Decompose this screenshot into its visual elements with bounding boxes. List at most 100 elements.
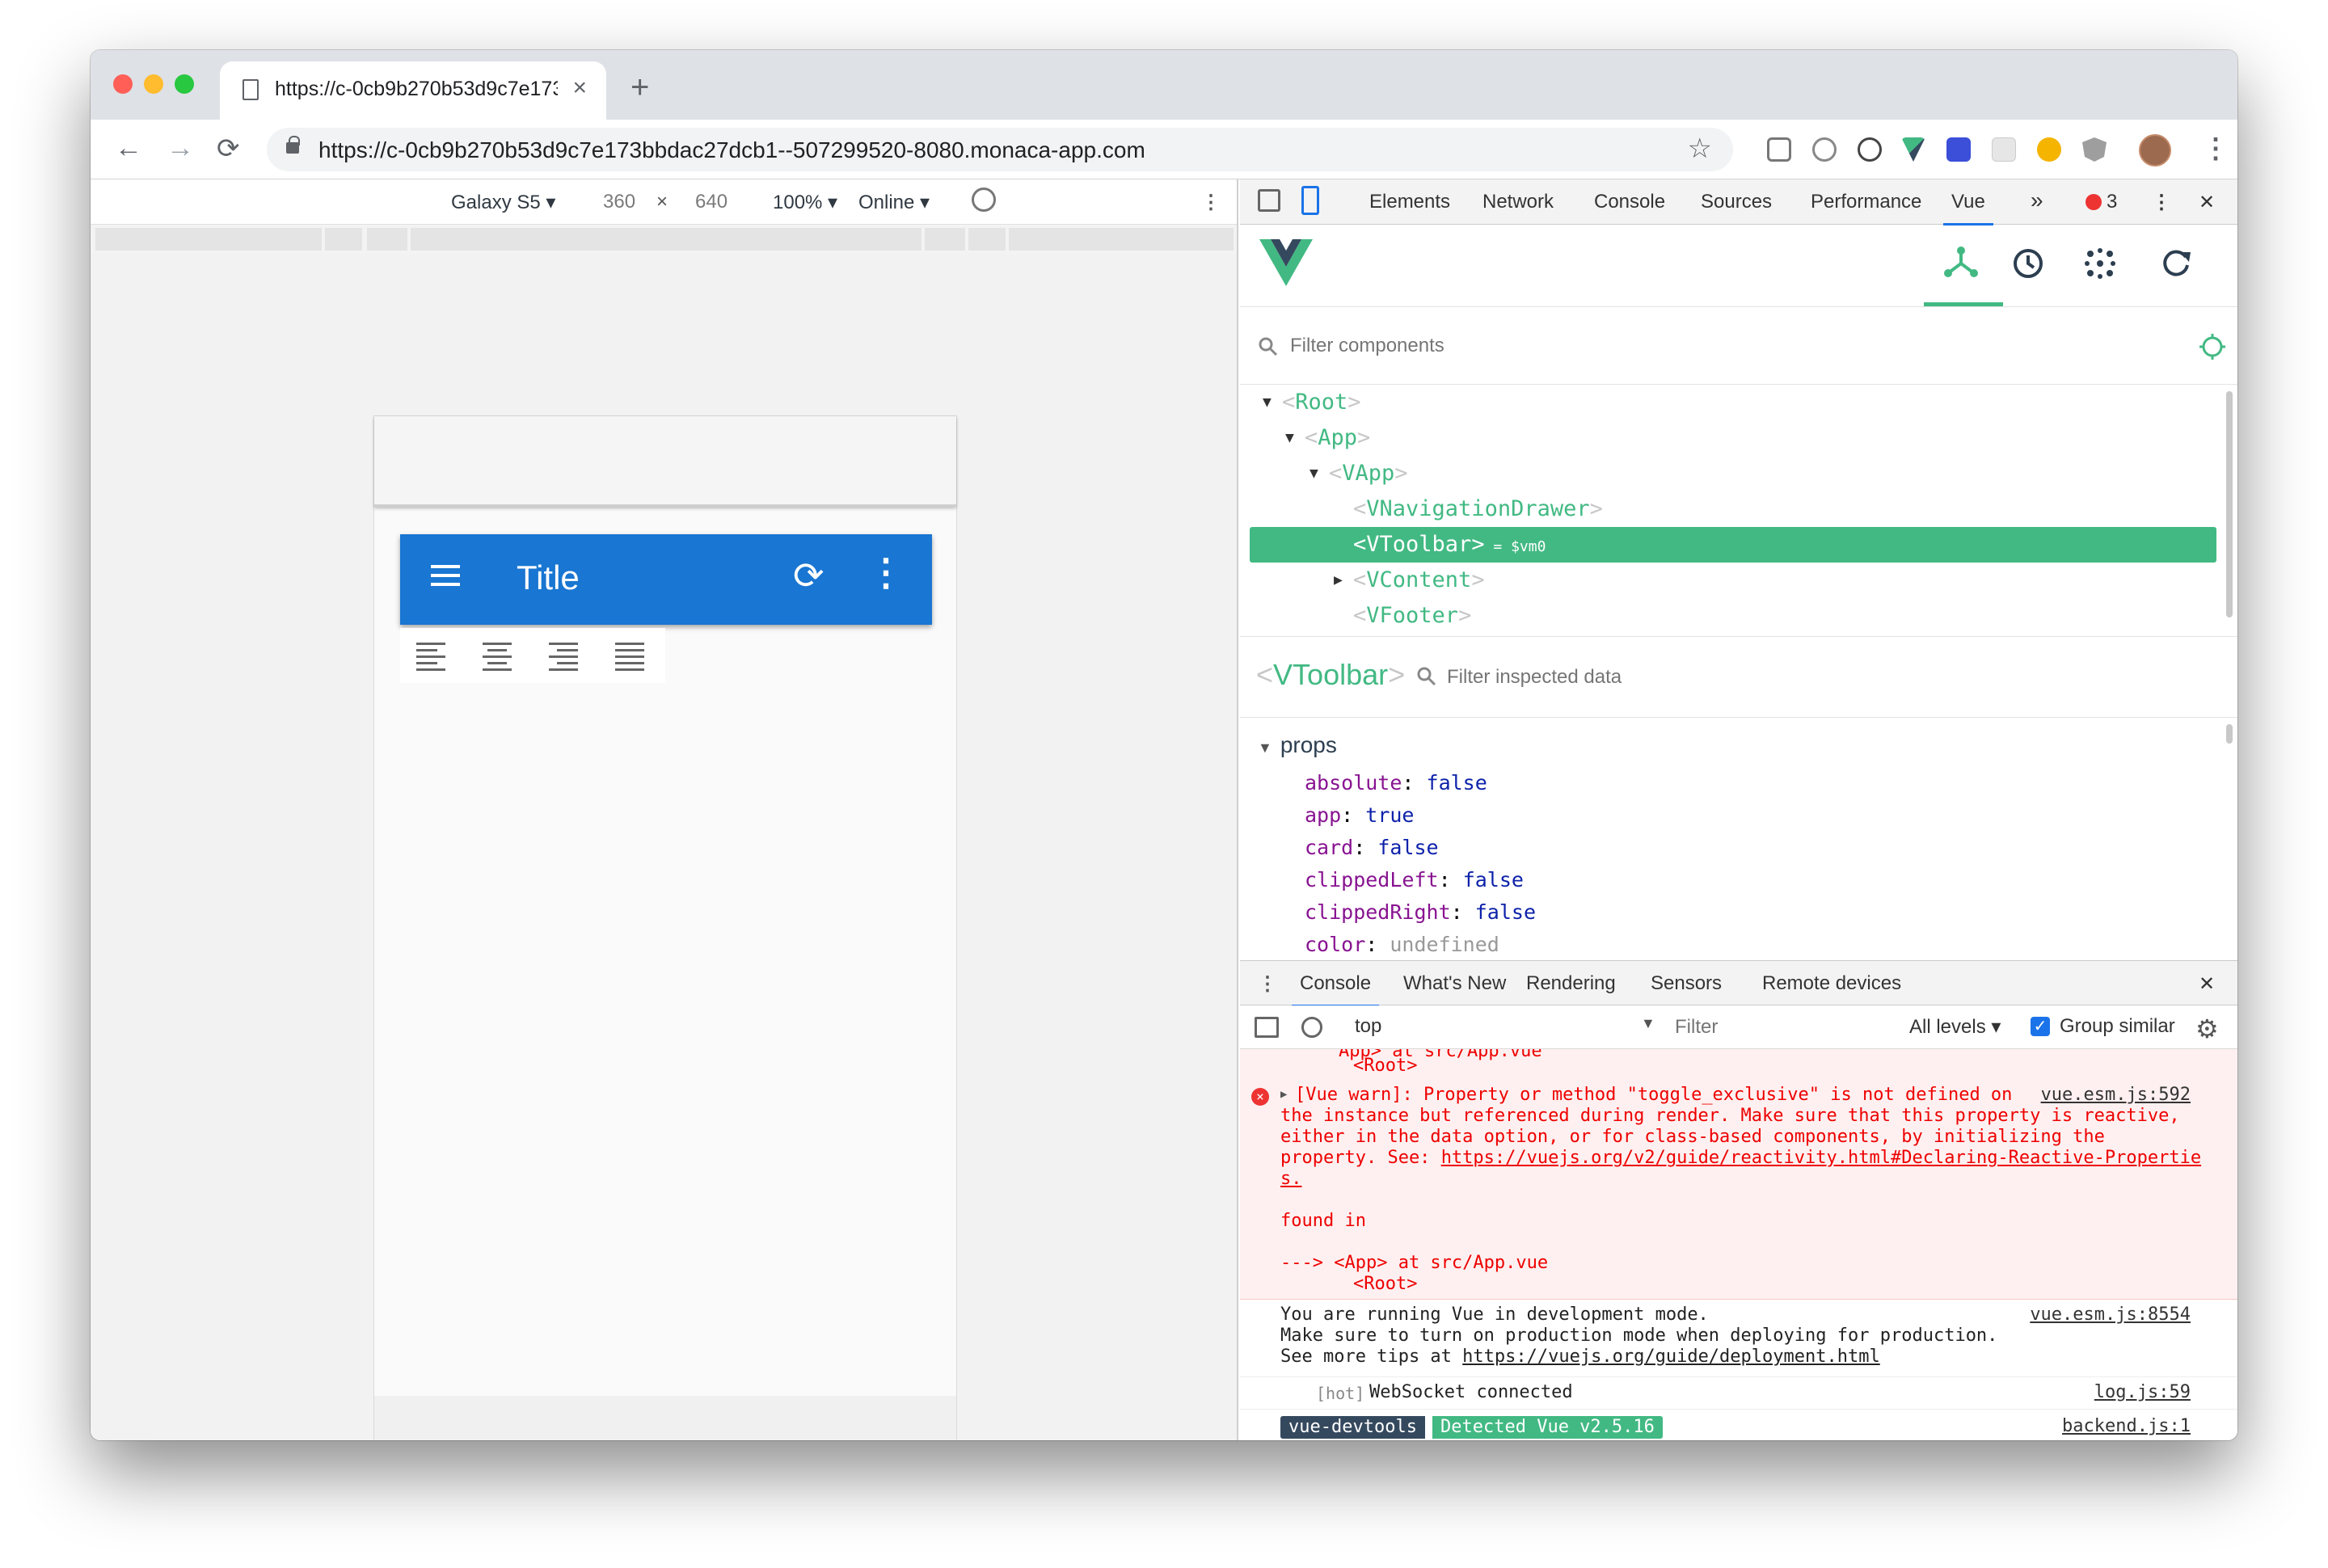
group-similar-checkbox[interactable]: ✓ [2031,1017,2050,1036]
prop-row[interactable]: clippedRight: false [1305,900,1536,924]
tree-scrollbar[interactable] [2226,391,2233,618]
error-count[interactable]: 3 [2107,191,2117,213]
prop-row[interactable]: absolute: false [1305,771,1487,795]
tree-node-app[interactable]: ▼ <App> [1285,420,1370,456]
console-source-link[interactable]: vue.esm.js:592 [2041,1085,2191,1105]
refresh-icon[interactable]: ⟳ [793,554,824,597]
drawer-tab-whats-new[interactable]: What's New [1403,972,1506,995]
filter-components-input[interactable] [1290,330,2018,362]
width-input[interactable]: 360 [603,191,635,213]
vue-devtools-extension-icon[interactable] [1901,137,1925,162]
browser-tab[interactable]: https://c-0cb9b270b53d9c7e173bbdac27dcb1… [220,61,606,120]
props-section-header[interactable]: ▼ props [1258,732,1337,758]
align-justify-icon[interactable] [615,643,647,671]
prop-row[interactable]: app: true [1305,803,1414,827]
device-select[interactable]: Galaxy S5 ▾ [451,191,555,214]
align-center-icon[interactable] [483,643,515,671]
password-extension-icon[interactable] [1812,137,1837,162]
profile-avatar[interactable] [2139,134,2171,166]
minimize-window-button[interactable] [144,74,163,94]
angular-extension-icon[interactable] [2082,137,2107,162]
clear-console-icon[interactable] [1301,1017,1322,1038]
tab-performance[interactable]: Performance [1811,191,1921,213]
height-input[interactable]: 640 [695,191,728,213]
device-toggle-icon[interactable] [1301,186,1319,215]
props-scrollbar[interactable] [2226,724,2233,744]
drawer-tab-remote-devices[interactable]: Remote devices [1762,972,1901,995]
align-left-icon[interactable] [416,643,449,671]
tab-console[interactable]: Console [1594,191,1665,213]
inspect-element-icon[interactable] [1258,189,1280,212]
log-levels-select[interactable]: All levels ▾ [1909,1015,2001,1039]
prop-row[interactable]: clippedLeft: false [1305,868,1524,891]
grid-extension-icon[interactable] [1992,137,2016,162]
drawer-tab-sensors[interactable]: Sensors [1651,972,1722,995]
chrome-menu-button[interactable]: ⋮ [2202,133,2229,165]
moon-extension-icon[interactable] [2037,137,2061,162]
tree-node-vapp[interactable]: ▼ <VApp> [1310,456,1408,491]
console-filter-input[interactable] [1675,1014,1893,1041]
maximize-window-button[interactable] [175,74,194,94]
tab-elements[interactable]: Elements [1369,191,1450,213]
drawer-close-button[interactable]: ✕ [2199,972,2215,996]
align-right-icon[interactable] [549,643,581,671]
media-query-bar[interactable] [95,228,322,251]
events-icon[interactable] [2082,246,2118,289]
deployment-docs-link[interactable]: https://vuejs.org/guide/deployment.html [1462,1347,1880,1367]
prop-row[interactable]: card: false [1305,836,1439,859]
console-source-link[interactable]: backend.js:1 [2062,1416,2191,1436]
console-settings-gear-icon[interactable]: ⚙ [2195,1014,2219,1044]
back-button[interactable]: ← [115,133,142,164]
close-window-button[interactable] [113,74,133,94]
tree-node-vtoolbar[interactable]: <VToolbar> = $vm0 [1250,527,2216,563]
reactivity-docs-link[interactable]: https://vuejs.org/v2/guide/reactivity.ht… [1441,1148,2201,1168]
more-vert-icon[interactable]: ⋮ [867,550,905,594]
more-tabs-button[interactable]: » [2031,188,2043,213]
filter-inspected-data-input[interactable] [1447,661,2094,693]
device-toolbar-more-button[interactable]: ⋮ [1201,191,1221,214]
zoom-select[interactable]: 100% ▾ [773,191,837,214]
tree-node-vcontent[interactable]: ▶ <VContent> [1334,563,1485,598]
tree-node-vnavigationdrawer[interactable]: <VNavigationDrawer> [1353,491,1603,527]
drawer-tab-console[interactable]: Console [1291,972,1380,1007]
drawer-menu-button[interactable]: ⋮ [1258,972,1277,996]
show-sidebar-icon[interactable] [1255,1017,1279,1038]
drawer-tab-rendering[interactable]: Rendering [1526,972,1616,995]
tab-close-icon[interactable]: × [572,74,587,102]
media-query-bar[interactable] [968,228,1006,251]
chevron-down-icon[interactable]: ▼ [1641,1015,1655,1032]
media-query-bar[interactable] [925,228,965,251]
select-component-icon[interactable] [2199,333,2226,360]
components-tab-icon[interactable] [1943,246,1979,286]
rotate-icon[interactable] [972,188,996,212]
network-select[interactable]: Online ▾ [858,191,930,214]
bookmark-star-icon[interactable]: ☆ [1688,133,1712,165]
console-source-link[interactable]: log.js:59 [2094,1382,2191,1402]
devtools-close-button[interactable]: ✕ [2199,191,2215,214]
tab-manager-extension-icon[interactable] [1767,137,1791,162]
forward-button[interactable]: → [167,133,194,164]
refresh-icon[interactable] [2158,246,2194,289]
ruler-extension-icon[interactable] [1946,137,1971,162]
media-query-bar[interactable] [1009,228,1234,251]
hamburger-menu-icon[interactable] [431,565,460,586]
address-bar[interactable]: https://c-0cb9b270b53d9c7e173bbdac27dcb1… [267,128,1733,171]
vuex-history-icon[interactable] [2010,246,2045,289]
error-icon[interactable] [2086,194,2102,210]
tab-vue[interactable]: Vue [1943,191,1993,226]
media-query-bar[interactable] [367,228,407,251]
tree-node-vfooter[interactable]: <VFooter> [1353,598,1471,634]
media-query-bar[interactable] [325,228,362,251]
expand-arrow-icon[interactable]: ▶ [1280,1088,1287,1101]
new-tab-button[interactable]: + [630,70,649,106]
console-source-link[interactable]: vue.esm.js:8554 [2030,1305,2191,1325]
tree-node-root[interactable]: ▼ <Root> [1263,385,1361,420]
sync-extension-icon[interactable] [1858,137,1882,162]
reload-button[interactable]: ⟳ [217,133,240,165]
devtools-menu-button[interactable]: ⋮ [2152,191,2171,214]
tab-sources[interactable]: Sources [1701,191,1772,213]
reactivity-docs-link-tail[interactable]: s. [1280,1169,1302,1189]
prop-row[interactable]: color: undefined [1305,933,1499,956]
context-select[interactable]: top [1355,1015,1381,1038]
tab-network[interactable]: Network [1482,191,1554,213]
